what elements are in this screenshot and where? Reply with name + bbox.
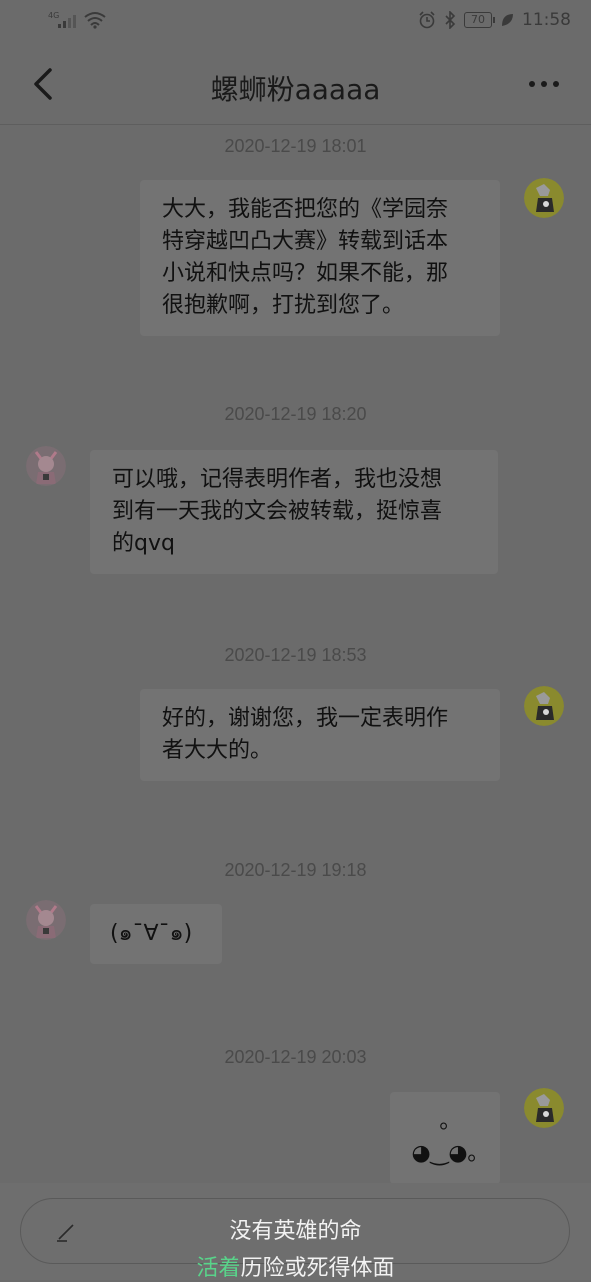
bluetooth-icon [445, 11, 456, 29]
signal-icon: 4G [48, 11, 76, 28]
self-avatar-image [524, 686, 564, 726]
self-avatar-image [524, 178, 564, 218]
message-line: 很抱歉啊，打扰到您了。 [162, 293, 405, 318]
lyric-rest: 历险或死得体面 [240, 1256, 395, 1281]
contact-avatar-image [26, 900, 66, 940]
contact-avatar[interactable] [26, 900, 66, 940]
self-avatar-image [524, 1088, 564, 1128]
message-line: 者大大的。 [162, 738, 273, 763]
chat-title: 螺蛳粉aaaaa [210, 73, 381, 106]
message-timestamp: 2020-12-19 19:18 [224, 860, 367, 880]
status-time: 11:58 [522, 10, 571, 30]
leaf-icon [502, 14, 513, 26]
more-dots-icon[interactable] [527, 74, 561, 94]
message-bubble-incoming[interactable]: 可以哦，记得表明作者，我也没想 到有一天我的文会被转载，挺惊喜 的qvq [90, 450, 498, 574]
chat-header: 螺蛳粉aaaaa [0, 44, 591, 125]
message-line: 好的，谢谢您，我一定表明作 [162, 706, 449, 731]
wifi-icon [84, 12, 106, 29]
battery-icon: 70 [464, 12, 495, 28]
status-left: 4G [48, 10, 106, 30]
message-line: 到有一天我的文会被转载，挺惊喜 [112, 499, 443, 524]
lyric-highlight: 活着 [196, 1256, 241, 1281]
alarm-icon [419, 11, 435, 29]
status-right: 70 11:58 [418, 10, 571, 30]
message-timestamp: 2020-12-19 20:03 [224, 1047, 367, 1067]
message-line: 特穿越凹凸大赛》转载到话本 [162, 229, 449, 254]
message-line: 大大，我能否把您的《学园奈 [162, 197, 449, 222]
message-line: 小说和快点吗？如果不能，那 [162, 261, 449, 286]
contact-avatar-image [26, 446, 66, 486]
message-bubble-outgoing[interactable]: 大大，我能否把您的《学园奈 特穿越凹凸大赛》转载到话本 小说和快点吗？如果不能，… [140, 180, 500, 336]
status-bar: 4G 70 11:58 [0, 0, 591, 44]
message-bubble-outgoing[interactable]: 好的，谢谢您，我一定表明作 者大大的。 [140, 689, 500, 781]
message-line: 的qvq [112, 531, 175, 556]
message-line: ｡◕‿◕｡ [411, 1109, 479, 1166]
message-timestamp: 2020-12-19 18:20 [224, 404, 367, 424]
contact-avatar[interactable] [26, 446, 66, 486]
message-bubble-incoming[interactable]: (๑¯∀¯๑) [90, 904, 222, 964]
message-timestamp: 2020-12-19 18:01 [224, 136, 367, 156]
message-line: (๑¯∀¯๑) [110, 921, 193, 946]
network-type-label: 4G [48, 11, 59, 20]
self-avatar[interactable] [524, 1088, 564, 1128]
message-timestamp: 2020-12-19 18:53 [224, 645, 367, 665]
message-bubble-outgoing[interactable]: ｡◕‿◕｡ [390, 1092, 500, 1184]
message-line: 可以哦，记得表明作者，我也没想 [112, 467, 443, 492]
lyric-line-2: 活着历险或死得体面 [0, 1250, 591, 1282]
self-avatar[interactable] [524, 178, 564, 218]
self-avatar[interactable] [524, 686, 564, 726]
lyric-line-1: 没有英雄的命 [229, 1219, 362, 1244]
